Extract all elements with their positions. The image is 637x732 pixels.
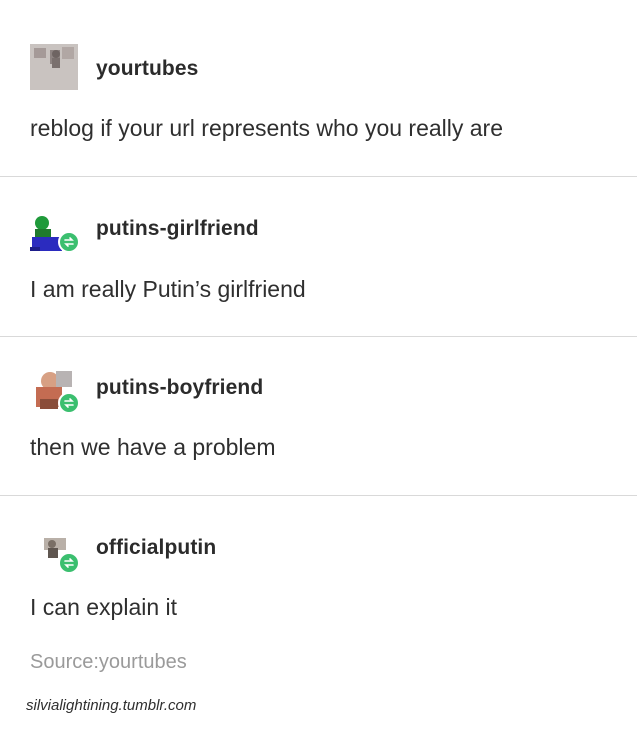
source-link[interactable]: Source:yourtubes [30, 651, 187, 674]
username[interactable]: yourtubes [96, 57, 198, 81]
username[interactable]: officialputin [96, 536, 216, 560]
reblog-icon [58, 392, 80, 414]
post-text: I can explain it [30, 594, 178, 620]
post-yourtubes: yourtubes reblog if your url represents … [0, 0, 637, 176]
photo-avatar-icon [30, 44, 78, 90]
reblog-icon [58, 231, 80, 253]
post-putins-boyfriend: putins-boyfriend then we have a problem [0, 337, 637, 495]
post-putins-girlfriend: putins-girlfriend I am really Putin’s gi… [0, 177, 637, 336]
post-text: then we have a problem [30, 434, 276, 460]
watermark-text: silvialightining.tumblr.com [26, 697, 197, 714]
post-text: reblog if your url represents who you re… [30, 115, 504, 141]
post-officialputin: officialputin I can explain it [0, 496, 637, 646]
username[interactable]: putins-girlfriend [96, 217, 259, 241]
post-text: I am really Putin’s girlfriend [30, 276, 306, 302]
avatar-yourtubes[interactable] [30, 44, 78, 90]
reblog-icon [58, 552, 80, 574]
username[interactable]: putins-boyfriend [96, 376, 263, 400]
